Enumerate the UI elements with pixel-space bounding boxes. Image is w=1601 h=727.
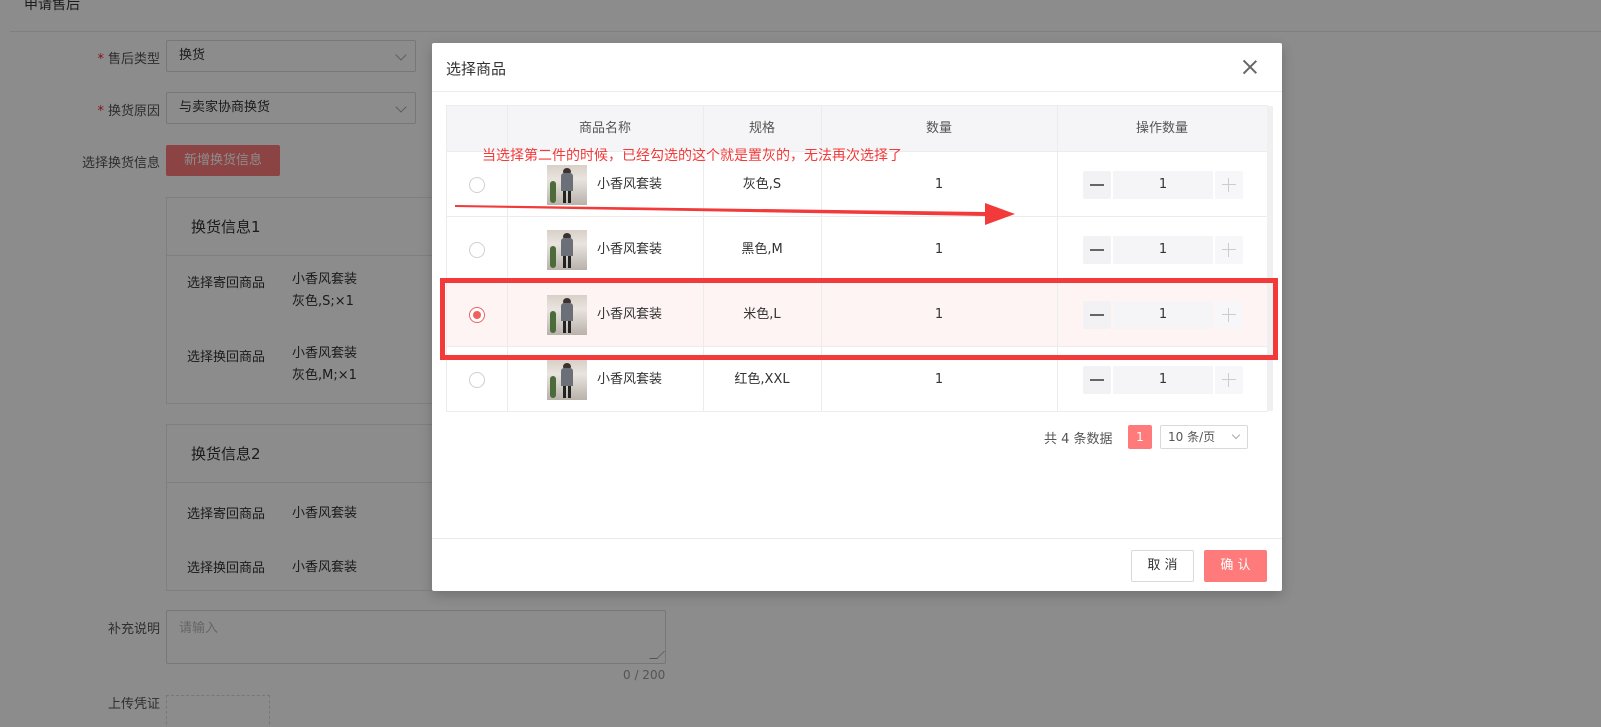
modal-title: 选择商品 [446,60,507,78]
annotation-highlight-box [440,278,1278,360]
row-radio[interactable] [469,177,485,193]
pagination-total: 共 4 条数据 [1044,432,1113,447]
minus-icon[interactable] [1083,236,1111,264]
plus-icon[interactable] [1215,171,1243,199]
column-header-op-qty: 操作数量 [1135,121,1188,136]
modal-header: 选择商品 [432,43,1282,92]
confirm-button[interactable]: 确 认 [1204,550,1267,582]
minus-icon[interactable] [1083,171,1111,199]
row-radio[interactable] [469,372,485,388]
plus-icon[interactable] [1215,236,1243,264]
quantity-input[interactable]: 1 [1113,236,1213,264]
row-radio[interactable] [469,242,485,258]
product-thumbnail [547,360,587,400]
annotation-arrow-icon [455,203,1015,225]
chevron-down-icon [1231,430,1241,440]
minus-icon[interactable] [1083,366,1111,394]
quantity-input[interactable]: 1 [1113,366,1213,394]
quantity-input[interactable]: 1 [1113,171,1213,199]
quantity-stepper: 1 [1083,236,1243,264]
column-divider [1057,106,1058,411]
pagination-page-1[interactable]: 1 [1128,425,1152,449]
product-thumbnail [547,230,587,270]
cancel-button[interactable]: 取 消 [1131,550,1194,582]
modal-footer: 取 消 确 认 [432,538,1282,591]
plus-icon[interactable] [1215,366,1243,394]
quantity-stepper: 1 [1083,171,1243,199]
quantity-stepper: 1 [1083,366,1243,394]
table-scrollbar[interactable] [1267,106,1273,411]
page-size-select[interactable]: 10 条/页 [1160,425,1248,449]
annotation-text: 当选择第二件的时候，已经勾选的这个就是置灰的，无法再次选择了 [482,148,902,164]
close-icon[interactable] [1240,57,1260,77]
product-thumbnail [547,165,587,205]
